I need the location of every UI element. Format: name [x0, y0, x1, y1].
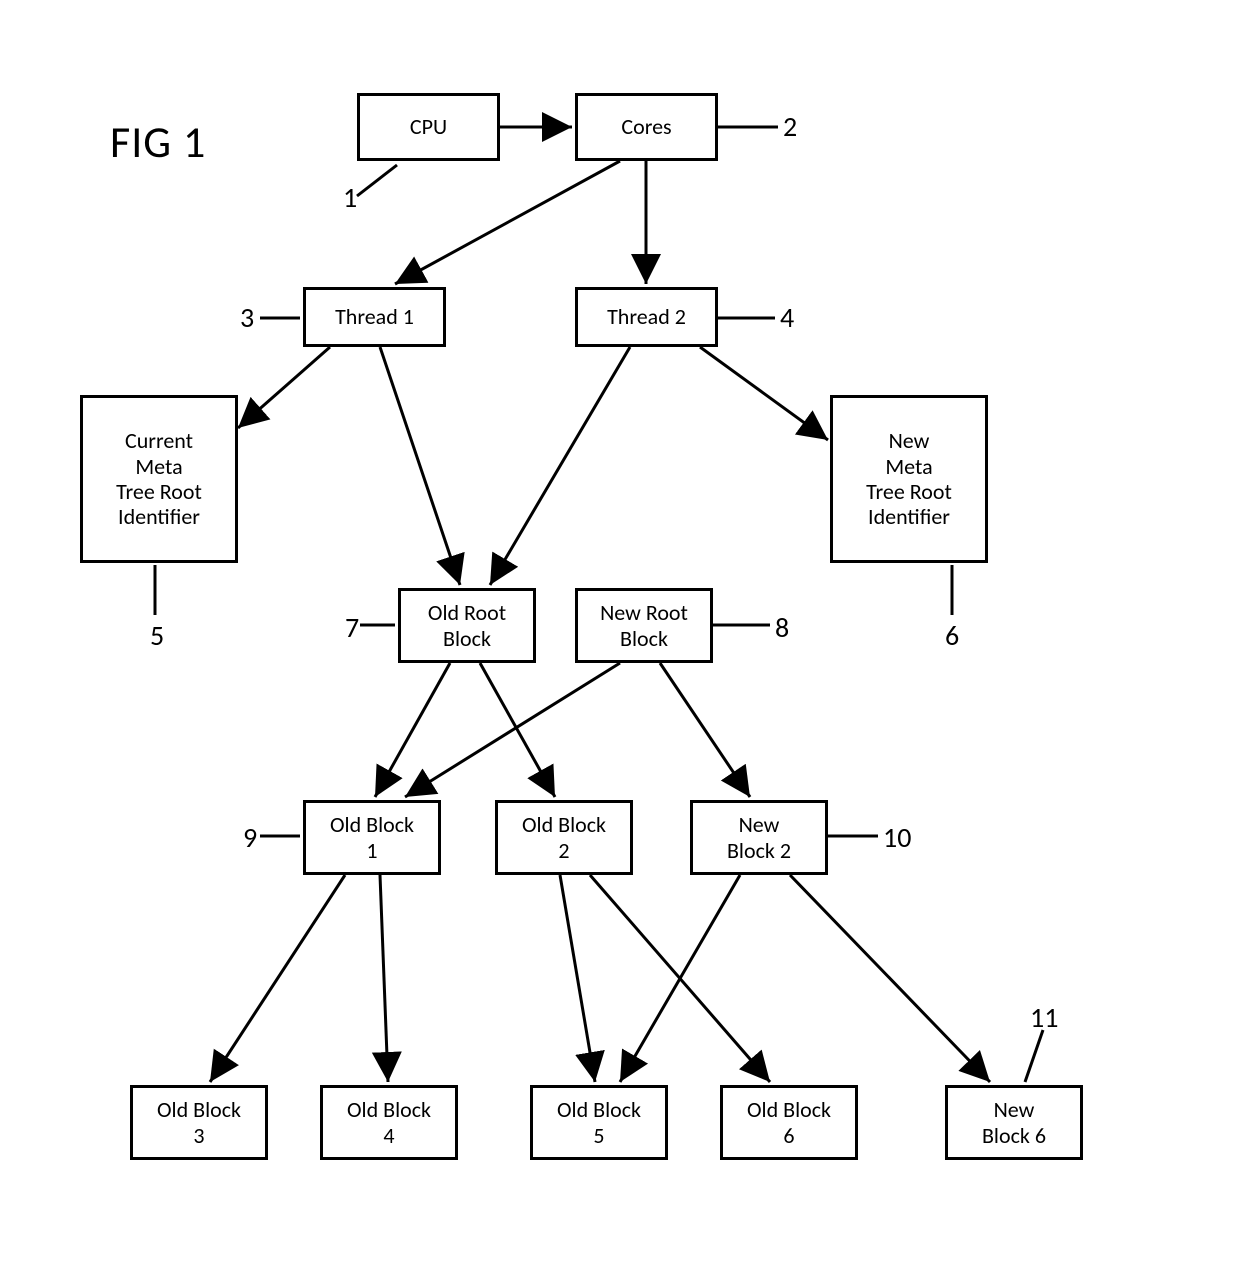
node-old-b6-label: Old Block 6: [747, 1097, 831, 1148]
node-old-b2-label: Old Block 2: [522, 812, 606, 863]
ref-1: 1: [343, 180, 357, 215]
diagram-canvas: FIG 1 CPU Cores Thread 1 Thread 2 Curren…: [0, 0, 1240, 1276]
ref-10: 10: [883, 820, 911, 855]
node-thread2: Thread 2: [575, 287, 718, 347]
node-old-b2: Old Block 2: [495, 800, 633, 875]
ref-2: 2: [783, 109, 797, 144]
node-thread1-label: Thread 1: [335, 304, 414, 329]
figure-title: FIG 1: [110, 115, 206, 169]
node-cores-label: Cores: [621, 114, 671, 139]
node-old-b1-label: Old Block 1: [330, 812, 414, 863]
node-new-meta: New Meta Tree Root Identifier: [830, 395, 988, 563]
node-thread1: Thread 1: [303, 287, 446, 347]
node-new-b6-label: New Block 6: [982, 1097, 1046, 1148]
node-new-root: New Root Block: [575, 588, 713, 663]
node-old-b4: Old Block 4: [320, 1085, 458, 1160]
ref-11: 11: [1030, 1000, 1058, 1035]
node-old-root: Old Root Block: [398, 588, 536, 663]
ref-6: 6: [945, 618, 959, 653]
ref-8: 8: [775, 610, 789, 645]
ref-4: 4: [780, 300, 794, 335]
node-new-b6: New Block 6: [945, 1085, 1083, 1160]
node-new-root-label: New Root Block: [600, 600, 688, 651]
node-new-b2-label: New Block 2: [727, 812, 791, 863]
node-old-b3: Old Block 3: [130, 1085, 268, 1160]
node-old-b5-label: Old Block 5: [557, 1097, 641, 1148]
node-cpu-label: CPU: [410, 114, 447, 139]
node-cores: Cores: [575, 93, 718, 161]
node-old-root-label: Old Root Block: [428, 600, 506, 651]
node-cur-meta-label: Current Meta Tree Root Identifier: [116, 428, 202, 529]
ref-7: 7: [345, 610, 359, 645]
node-old-b3-label: Old Block 3: [157, 1097, 241, 1148]
node-new-meta-label: New Meta Tree Root Identifier: [866, 428, 952, 529]
ref-5: 5: [150, 618, 164, 653]
node-new-b2: New Block 2: [690, 800, 828, 875]
node-cur-meta: Current Meta Tree Root Identifier: [80, 395, 238, 563]
node-cpu: CPU: [357, 93, 500, 161]
node-old-b5: Old Block 5: [530, 1085, 668, 1160]
ref-9: 9: [243, 820, 257, 855]
ref-3: 3: [240, 300, 254, 335]
node-old-b1: Old Block 1: [303, 800, 441, 875]
node-thread2-label: Thread 2: [607, 304, 686, 329]
node-old-b6: Old Block 6: [720, 1085, 858, 1160]
node-old-b4-label: Old Block 4: [347, 1097, 431, 1148]
